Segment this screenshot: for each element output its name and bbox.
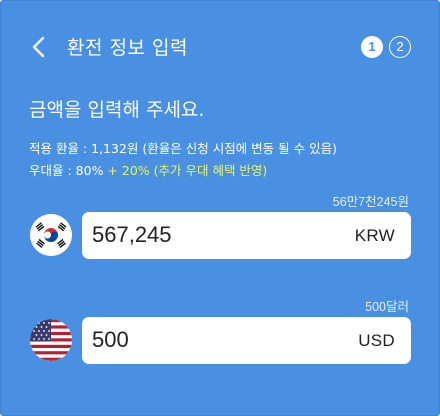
exchange-rate-info: 적용 환율 : 1,132원 (환율은 신청 시점에 변동 될 수 있음) bbox=[29, 141, 337, 156]
chevron-left-icon bbox=[32, 36, 45, 58]
usd-currency-label: USD bbox=[358, 331, 395, 350]
amount-prompt: 금액을 입력해 주세요. bbox=[29, 99, 205, 121]
preferential-rate-info: 우대율 : 80% + 20% (추가 우대 혜택 반영) bbox=[29, 160, 267, 179]
preferential-rate-base: 우대율 : 80% bbox=[29, 163, 108, 178]
krw-currency-label: KRW bbox=[354, 226, 395, 245]
south-korea-flag-icon bbox=[30, 214, 72, 256]
united-states-flag-icon bbox=[30, 319, 72, 361]
krw-amount-input[interactable]: 567,245 KRW bbox=[82, 212, 411, 259]
usd-amount-value: 500 bbox=[92, 327, 129, 352]
krw-amount-value: 567,245 bbox=[92, 222, 172, 247]
back-button[interactable] bbox=[29, 35, 51, 59]
exchange-input-screen: 환전 정보 입력 1 2 금액을 입력해 주세요. 적용 환율 : 1,132원… bbox=[0, 0, 440, 416]
krw-amount-in-words: 56만7천245원 bbox=[332, 195, 409, 209]
page-title: 환전 정보 입력 bbox=[67, 37, 188, 59]
preferential-rate-bonus: + 20% (추가 우대 혜택 반영) bbox=[107, 163, 268, 178]
step-indicator-2: 2 bbox=[389, 36, 411, 58]
usd-amount-input[interactable]: 500 USD bbox=[82, 317, 411, 364]
header: 환전 정보 입력 1 2 bbox=[1, 27, 440, 67]
step-indicator-1: 1 bbox=[361, 36, 383, 58]
usd-amount-in-words: 500달러 bbox=[365, 300, 409, 314]
